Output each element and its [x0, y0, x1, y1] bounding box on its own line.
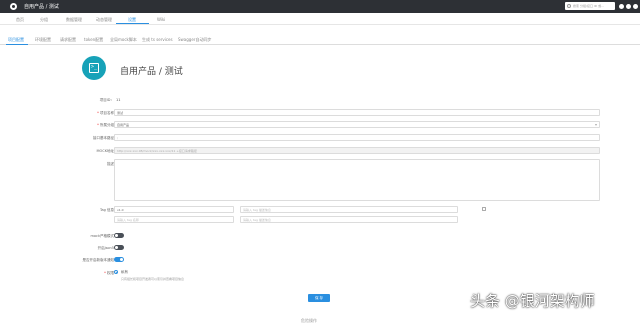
tab-project-config[interactable]: 项目配置	[8, 37, 24, 43]
mock-address-field: http://xxx.xxx.98/mock/xxx.xxx.xxx/11 +接…	[114, 147, 600, 154]
permission-label: * 权限	[104, 271, 114, 275]
notify-toggle[interactable]	[114, 257, 124, 262]
nav-activity[interactable]: 动态管理	[96, 17, 112, 23]
strict-mode-label: mock严格模式	[90, 234, 114, 238]
save-button[interactable]: 保 存	[308, 294, 330, 302]
description-textarea[interactable]	[114, 159, 600, 201]
nav-group[interactable]: 分组	[40, 17, 48, 23]
permission-private-radio[interactable]	[114, 270, 118, 274]
project-title: 自用产品 / 测试	[120, 67, 183, 77]
breadcrumb: 自用产品 / 测试	[24, 4, 59, 10]
group-select-value: 自用产品	[117, 123, 130, 127]
strict-mode-toggle[interactable]	[114, 233, 124, 238]
watermark: 头条 @银河架构师	[470, 292, 595, 310]
mock-address-label: MOCK地址	[96, 149, 114, 153]
description-label: 描述	[107, 162, 114, 166]
project-nav: 首页 分组 数据管理 动态管理 设置 Wiki	[0, 13, 640, 25]
base-path-input[interactable]: /	[114, 134, 600, 141]
project-icon[interactable]: >_	[82, 56, 106, 80]
nav-wiki[interactable]: Wiki	[157, 17, 165, 22]
search-input[interactable]: 搜索 分组/接口 ID 或...	[565, 2, 615, 10]
top-bar: 自用产品 / 测试 搜索 分组/接口 ID 或...	[0, 0, 640, 13]
search-icon	[567, 4, 571, 8]
tab-swagger-sync[interactable]: Swagger自动同步	[178, 37, 211, 43]
nav-data[interactable]: 数据管理	[66, 17, 82, 23]
project-id-value: 11	[116, 98, 121, 102]
project-id-label: 项目ID：	[99, 98, 114, 102]
delete-icon[interactable]	[482, 207, 486, 211]
json5-toggle[interactable]	[114, 245, 124, 250]
add-icon[interactable]	[619, 4, 624, 9]
danger-zone-title: 危险操作	[301, 318, 317, 323]
logo-icon[interactable]	[10, 3, 17, 10]
tab-request-config[interactable]: 请求配置	[60, 37, 76, 43]
tag-desc-input[interactable]: 请输入 tag 描述信息	[240, 206, 458, 213]
settings-tabs: 项目配置 环境配置 请求配置 token配置 全局mock脚本 生成 ts se…	[0, 34, 640, 45]
group-select[interactable]: 自用产品	[114, 121, 600, 128]
nav-active-indicator	[116, 23, 149, 24]
tab-mock-script[interactable]: 全局mock脚本	[110, 37, 137, 43]
terminal-icon: >_	[89, 63, 99, 73]
project-name-label: * 项目名称	[97, 111, 114, 115]
nav-home[interactable]: 首页	[16, 17, 24, 23]
permission-hint: 只有组长和项目开发者可以索引并查看项目信息	[121, 277, 185, 281]
project-name-input[interactable]: 测试	[114, 109, 600, 116]
base-path-label: 接口基本路径	[93, 136, 114, 140]
json5-label: 开启json5	[97, 246, 114, 250]
permission-private-label: 私有	[121, 270, 128, 274]
tab-ts-services[interactable]: 生成 ts services	[142, 37, 173, 43]
tab-token-config[interactable]: token配置	[84, 37, 103, 43]
help-icon[interactable]	[626, 4, 631, 9]
tag-name-input[interactable]: v1.0	[114, 206, 234, 213]
search-placeholder: 搜索 分组/接口 ID 或...	[573, 4, 604, 8]
tab-env-config[interactable]: 环境配置	[35, 37, 51, 43]
notify-label: 是否开启新版本通知	[82, 258, 115, 262]
tag-desc-input[interactable]: 请输入 tag 描述信息	[240, 216, 458, 223]
group-label: * 所属分组	[97, 123, 114, 127]
avatar[interactable]	[633, 4, 638, 9]
tag-label: Tag 信息	[99, 208, 114, 212]
tag-name-input[interactable]: 请输入 tag 名称	[114, 216, 234, 223]
tab-active-indicator	[6, 44, 28, 45]
chevron-down-icon	[595, 124, 597, 126]
